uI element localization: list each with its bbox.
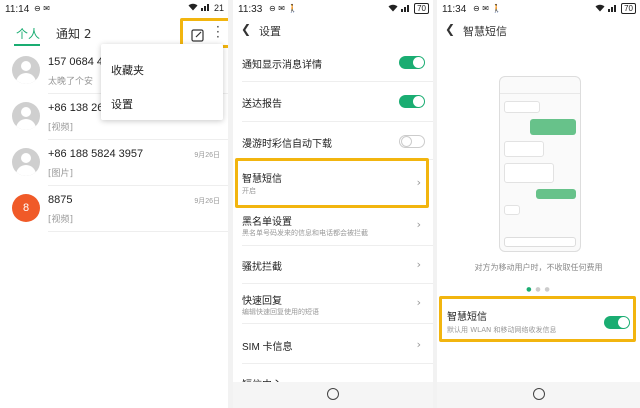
conversation-preview: [视频] [48, 123, 74, 133]
page-indicator: ● ● ● [526, 286, 551, 293]
back-arrow-icon[interactable]: ❮ [445, 22, 455, 36]
menu-item-settings[interactable]: 设置 [111, 96, 133, 112]
signal-icon [608, 4, 618, 14]
notification-icons: ⊖ ✉ 🚶 [269, 4, 298, 13]
setting-row-sim-info[interactable]: SIM 卡信息 › [233, 324, 433, 364]
navigation-bar [233, 382, 433, 408]
settings-header: ❮ 设置 [233, 18, 433, 42]
status-time: 11:33 [238, 4, 263, 15]
notification-icons: ⊖ ✉ [34, 4, 50, 13]
page-title: 设置 [259, 25, 281, 38]
setting-label: 黑名单设置 [242, 217, 292, 228]
back-arrow-icon[interactable]: ❮ [241, 22, 251, 36]
setting-row-blacklist[interactable]: 黑名单设置 黑名单号码发来的信息和电话都会被拦截 › [233, 206, 433, 246]
setting-label: 快速回复 [242, 296, 282, 307]
conversation-item[interactable]: +86 188 5824 3957 9月26日 [图片] [0, 140, 228, 186]
menu-item-favorites[interactable]: 收藏夹 [111, 62, 144, 78]
chat-bubble [504, 163, 554, 183]
tab-personal[interactable]: 个人 [16, 25, 40, 42]
battery-level: 70 [621, 3, 636, 14]
status-right: 21 [188, 3, 224, 13]
conversation-name: 8875 [48, 194, 73, 206]
smart-sms-panel: 11:34 ⊖ ✉ 🚶 70 ❮ 智慧短信 对方为移动用户时，不收取任何费用 ●… [437, 0, 640, 408]
conversation-name: 157 0684 45 [48, 56, 110, 68]
toggle-switch[interactable] [399, 135, 425, 148]
messages-panel: 11:14 ⊖ ✉ 21 个人 通知 2 · · · 157 0684 45 太晚了… [0, 0, 228, 408]
avatar [12, 56, 40, 84]
chat-bubble [530, 119, 576, 135]
home-button-icon[interactable] [327, 388, 339, 400]
status-time: 11:34 [442, 4, 467, 15]
info-caption: 对方为移动用户时，不收取任何费用 [474, 263, 603, 272]
toggle-switch[interactable] [399, 95, 425, 108]
page-title: 智慧短信 [463, 25, 507, 38]
wifi-icon [188, 3, 198, 13]
setting-sublabel: 默认用 WLAN 和移动网络收发信息 [447, 326, 557, 334]
wifi-icon [595, 4, 605, 14]
setting-label: 骚扰拦截 [242, 262, 282, 273]
setting-label: 送达报告 [242, 99, 282, 110]
status-time: 11:14 [5, 4, 30, 15]
status-bar: 11:14 ⊖ ✉ 21 [0, 0, 228, 20]
home-button-icon[interactable] [532, 388, 545, 400]
conversation-preview: [图片] [48, 169, 74, 179]
chat-bubble [504, 101, 540, 113]
conversation-preview: [视频] [48, 215, 74, 225]
settings-panel: 11:33 ⊖ ✉ 🚶 70 ❮ 设置 通知显示消息详情 送达报告 漫游时彩信自… [233, 0, 433, 408]
navigation-bar [437, 382, 640, 408]
toggle-switch[interactable] [399, 56, 425, 69]
conversation-item[interactable]: 8 8875 9月26日 [视频] [0, 186, 228, 232]
setting-row-harassment-block[interactable]: 骚扰拦截 › [233, 246, 433, 284]
setting-sublabel: 黑名单号码发来的信息和电话都会被拦截 [242, 229, 368, 237]
battery-level: 21 [213, 3, 224, 13]
status-bar: 11:34 ⊖ ✉ 🚶 70 [437, 0, 640, 20]
battery-level: 70 [414, 3, 429, 14]
setting-row-roaming-mms[interactable]: 漫游时彩信自动下载 [233, 122, 433, 160]
setting-label: 漫游时彩信自动下载 [242, 139, 332, 150]
chevron-right-icon: › [416, 338, 421, 351]
conversation-preview: 太晚了个安 [48, 77, 94, 87]
setting-label: SIM 卡信息 [242, 342, 293, 353]
conversation-date: 9月26日 [194, 152, 220, 159]
phone-input-bar [504, 237, 576, 247]
avatar: 8 [12, 194, 40, 222]
more-vertical-icon[interactable]: · · · [216, 21, 220, 43]
setting-row-smart-sms-toggle[interactable]: 智慧短信 默认用 WLAN 和移动网络收发信息 [437, 298, 640, 340]
setting-label: 通知显示消息详情 [242, 60, 322, 71]
conversation-name: +86 188 5824 3957 [48, 148, 144, 160]
smart-sms-header: ❮ 智慧短信 [437, 18, 640, 42]
chat-bubble [536, 189, 576, 199]
highlight-box-smart-sms [235, 158, 429, 208]
setting-row-sms-center[interactable]: 短信中心 [233, 364, 433, 391]
setting-row-notify-details[interactable]: 通知显示消息详情 [233, 44, 433, 82]
setting-sublabel: 编辑快速回复使用的短语 [242, 308, 319, 316]
phone-preview-illustration [499, 76, 581, 252]
conversation-date: 9月26日 [194, 198, 220, 205]
conversation-name: +86 138 26 [48, 102, 104, 114]
status-right: 70 [388, 3, 429, 14]
signal-icon [200, 3, 211, 13]
chevron-right-icon: › [416, 296, 421, 309]
status-right: 70 [595, 3, 636, 14]
chevron-right-icon: › [416, 218, 421, 231]
notification-icons: ⊖ ✉ 🚶 [473, 4, 502, 13]
chat-bubble [504, 205, 520, 215]
avatar [12, 102, 40, 130]
tab-indicator [14, 44, 40, 46]
status-bar: 11:33 ⊖ ✉ 🚶 70 [233, 0, 433, 20]
chevron-right-icon: › [416, 258, 421, 271]
avatar [12, 148, 40, 176]
wifi-icon [388, 4, 398, 14]
tab-notifications[interactable]: 通知 2 [56, 25, 91, 42]
signal-icon [401, 4, 411, 14]
overflow-menu: 收藏夹 设置 [101, 44, 223, 120]
chat-bubble [504, 141, 544, 157]
setting-label: 智慧短信 [447, 312, 487, 323]
setting-row-quick-reply[interactable]: 快速回复 编辑快速回复使用的短语 › [233, 284, 433, 324]
toggle-switch[interactable] [604, 316, 630, 329]
setting-row-delivery-report[interactable]: 送达报告 [233, 82, 433, 122]
